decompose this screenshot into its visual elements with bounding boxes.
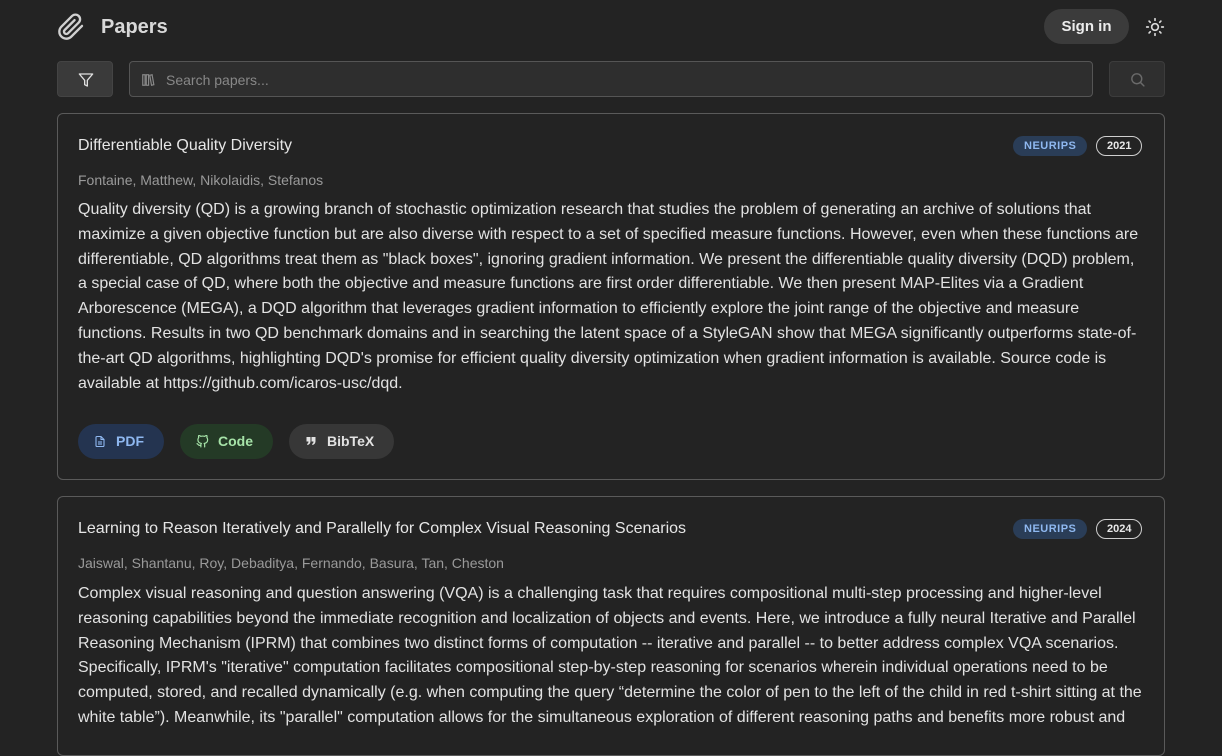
app-header: Papers Sign in — [57, 9, 1165, 45]
code-button[interactable]: Code — [180, 424, 273, 459]
bibtex-button[interactable]: BibTeX — [289, 424, 394, 459]
paper-title[interactable]: Learning to Reason Iteratively and Paral… — [78, 520, 686, 538]
github-icon — [196, 435, 209, 448]
paper-abstract: Quality diversity (QD) is a growing bran… — [78, 201, 1139, 392]
filter-icon — [78, 73, 94, 87]
pdf-button[interactable]: PDF — [78, 424, 164, 459]
library-icon — [142, 74, 155, 86]
app-brand[interactable]: Papers — [101, 16, 168, 39]
bibtex-button-label: BibTeX — [327, 433, 375, 449]
year-badge: 2021 — [1096, 136, 1143, 156]
search-button[interactable] — [1109, 61, 1165, 97]
paper-title[interactable]: Differentiable Quality Diversity — [78, 137, 292, 155]
paper-card: Differentiable Quality Diversity NEURIPS… — [57, 113, 1165, 480]
paperclip-icon[interactable] — [57, 13, 85, 41]
paper-card: Learning to Reason Iteratively and Paral… — [57, 496, 1165, 756]
search-icon — [1131, 73, 1145, 87]
search-input[interactable] — [164, 62, 1068, 98]
quote-icon — [306, 437, 316, 445]
sun-icon[interactable] — [1145, 17, 1165, 37]
venue-badge: NEURIPS — [1013, 519, 1088, 539]
filter-button[interactable] — [57, 61, 113, 97]
code-button-label: Code — [218, 433, 253, 449]
paper-authors: Jaiswal, Shantanu, Roy, Debaditya, Ferna… — [78, 555, 504, 571]
paper-authors: Fontaine, Matthew, Nikolaidis, Stefanos — [78, 172, 324, 188]
paper-abstract: Complex visual reasoning and question an… — [78, 585, 1142, 726]
search-bar — [129, 61, 1093, 98]
venue-badge: NEURIPS — [1013, 136, 1088, 156]
pdf-button-label: PDF — [116, 433, 144, 449]
sign-in-button[interactable]: Sign in — [1044, 9, 1129, 44]
year-badge: 2024 — [1096, 519, 1143, 539]
file-icon — [95, 435, 105, 448]
